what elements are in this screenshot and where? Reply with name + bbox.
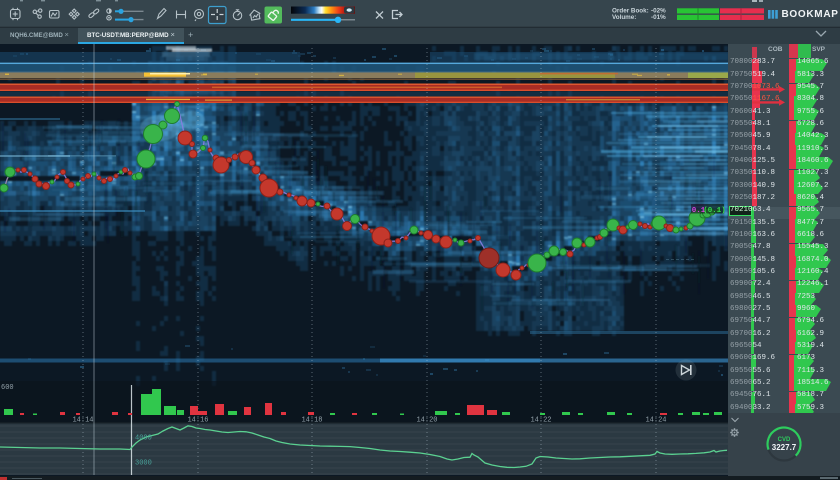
- svg-text:Volume:: Volume:: [612, 14, 636, 21]
- svg-text:(0.1): (0.1): [703, 207, 726, 215]
- svg-text:4000: 4000: [135, 435, 152, 443]
- svg-text:BOOKMAP: BOOKMAP: [782, 9, 839, 20]
- svg-text:600: 600: [1, 384, 14, 392]
- svg-text:-01%: -01%: [651, 14, 666, 21]
- svg-text:3000: 3000: [135, 460, 152, 468]
- svg-text:14:24: 14:24: [645, 417, 666, 425]
- svg-text:14:20: 14:20: [416, 417, 437, 425]
- svg-text:3227.7: 3227.7: [772, 443, 797, 452]
- svg-text:14:16: 14:16: [187, 417, 208, 425]
- svg-text:14:18: 14:18: [301, 417, 322, 425]
- svg-text:14:22: 14:22: [530, 417, 551, 425]
- svg-text:14:14: 14:14: [72, 417, 93, 425]
